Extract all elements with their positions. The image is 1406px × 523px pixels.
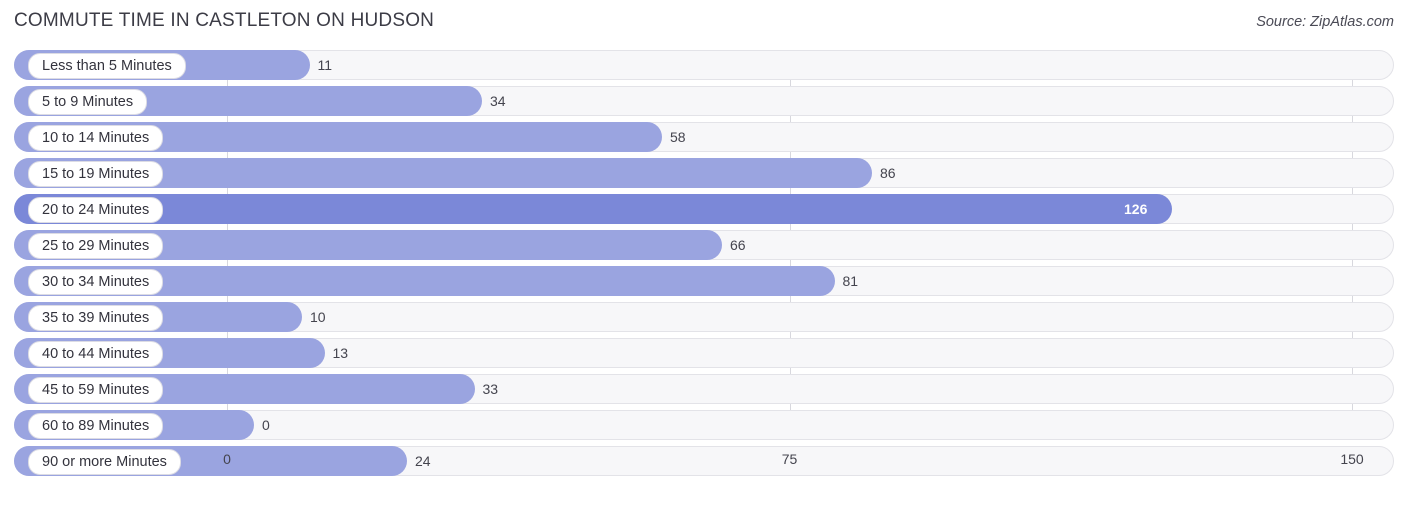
category-label: Less than 5 Minutes	[28, 53, 186, 79]
category-label: 5 to 9 Minutes	[28, 89, 148, 115]
bar[interactable]	[14, 194, 1172, 224]
value-label: 34	[490, 93, 506, 109]
bar-row: 40 to 44 Minutes 13	[14, 338, 1394, 368]
chart-container: COMMUTE TIME IN CASTLETON ON HUDSON Sour…	[0, 0, 1406, 523]
category-label: 60 to 89 Minutes	[28, 413, 164, 439]
category-label: 10 to 14 Minutes	[28, 125, 164, 151]
value-label: 0	[262, 417, 270, 433]
bar-rows: Less than 5 Minutes 11 5 to 9 Minutes 34 10 …	[14, 50, 1394, 482]
x-axis-tick: 75	[781, 451, 798, 467]
value-label: 11	[317, 57, 333, 73]
bar-row: 60 to 89 Minutes 0	[14, 410, 1394, 440]
category-label: 90 or more Minutes	[28, 449, 181, 475]
chart-source-label: Source: ZipAtlas.com	[1256, 14, 1394, 30]
bar-row: 15 to 19 Minutes 86	[14, 158, 1394, 188]
value-label: 24	[415, 453, 431, 469]
chart-title: COMMUTE TIME IN CASTLETON ON HUDSON	[14, 10, 435, 31]
category-label: 20 to 24 Minutes	[28, 197, 164, 223]
value-label: 13	[332, 345, 349, 361]
value-label: 10	[310, 309, 326, 325]
bar-row: 20 to 24 Minutes 126	[14, 194, 1394, 224]
category-label: 25 to 29 Minutes	[28, 233, 164, 259]
bar-row: 5 to 9 Minutes 34	[14, 86, 1394, 116]
value-label: 81	[842, 273, 859, 289]
bar-row: Less than 5 Minutes 11	[14, 50, 1394, 80]
category-label: 35 to 39 Minutes	[28, 305, 164, 331]
value-label: 58	[670, 129, 686, 145]
x-axis-tick: 150	[1340, 451, 1364, 467]
category-label: 45 to 59 Minutes	[28, 377, 164, 403]
category-label: 15 to 19 Minutes	[28, 161, 164, 187]
x-axis-tick: 0	[223, 451, 231, 467]
bar-row: 10 to 14 Minutes 58	[14, 122, 1394, 152]
category-label: 30 to 34 Minutes	[28, 269, 164, 295]
value-label: 126	[1124, 201, 1148, 217]
plot-area: Less than 5 Minutes 11 5 to 9 Minutes 34 10 …	[14, 50, 1394, 485]
x-axis: 0 75 150	[14, 451, 1394, 469]
value-label: 66	[730, 237, 746, 253]
value-label: 33	[482, 381, 499, 397]
bar-row: 30 to 34 Minutes 81	[14, 266, 1394, 296]
category-label: 40 to 44 Minutes	[28, 341, 164, 367]
bar-row: 45 to 59 Minutes 33	[14, 374, 1394, 404]
value-label: 86	[880, 165, 896, 181]
bar-row: 35 to 39 Minutes 10	[14, 302, 1394, 332]
bar-row: 25 to 29 Minutes 66	[14, 230, 1394, 260]
